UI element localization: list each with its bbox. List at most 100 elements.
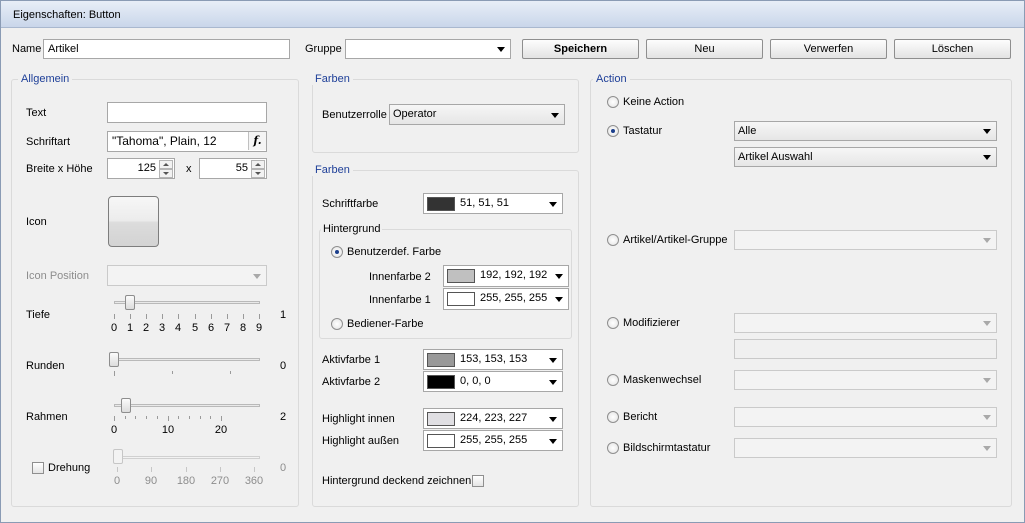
article-group-radio[interactable]	[607, 234, 619, 246]
slider-tick	[227, 314, 228, 319]
screen-keyboard-select[interactable]	[734, 438, 997, 458]
spin-up-icon[interactable]	[251, 160, 265, 169]
text-input[interactable]	[107, 102, 267, 123]
name-input[interactable]: Artikel	[43, 39, 290, 59]
highlight-outer-value: 255, 255, 255	[460, 434, 528, 446]
slider-tick	[195, 314, 196, 319]
frame-slider-thumb[interactable]	[121, 398, 131, 413]
spin-down-icon[interactable]	[251, 169, 265, 178]
slider-tick	[220, 467, 221, 472]
slider-tick	[211, 314, 212, 319]
height-value: 55	[235, 162, 248, 174]
delete-button[interactable]: Löschen	[894, 39, 1011, 59]
modifier-select[interactable]	[734, 313, 997, 333]
active2-label: Aktivfarbe 2	[322, 376, 381, 388]
inner2-label: Innenfarbe 2	[369, 271, 431, 283]
custom-color-label: Benutzerdef. Farbe	[347, 246, 442, 258]
width-spinner[interactable]: 125	[107, 158, 175, 179]
title-bar: Eigenschaften: Button	[1, 1, 1024, 28]
save-button[interactable]: Speichern	[522, 39, 639, 59]
font-color-label: Schriftfarbe	[322, 198, 379, 210]
active1-swatch	[427, 353, 455, 367]
slider-minor-tick	[200, 416, 201, 419]
modifier-input[interactable]	[734, 339, 997, 359]
icon-picker-button[interactable]	[108, 196, 159, 247]
frame-slider-track	[114, 404, 260, 407]
no-action-label: Keine Action	[623, 96, 685, 108]
slider-minor-tick	[125, 416, 126, 419]
depth-slider-track	[114, 301, 260, 304]
depth-slider-thumb[interactable]	[125, 295, 135, 310]
slider-tick	[114, 416, 115, 421]
inner1-swatch	[447, 292, 475, 306]
inner2-color-select[interactable]: 192, 192, 192	[443, 265, 569, 287]
report-label: Bericht	[623, 411, 658, 423]
slider-tick	[254, 467, 255, 472]
highlight-inner-value: 224, 223, 227	[460, 412, 528, 424]
icon-position-select[interactable]	[107, 265, 267, 286]
font-color-select[interactable]: 51, 51, 51	[423, 193, 563, 214]
highlight-outer-select[interactable]: 255, 255, 255	[423, 430, 563, 451]
rotation-slider-thumb[interactable]	[113, 449, 123, 464]
highlight-inner-select[interactable]: 224, 223, 227	[423, 408, 563, 429]
active2-color-select[interactable]: 0, 0, 0	[423, 371, 563, 392]
role-select[interactable]: Operator	[389, 104, 565, 125]
slider-tick	[114, 314, 115, 319]
size-label: Breite x Höhe	[26, 163, 93, 175]
depth-value: 1	[280, 309, 287, 321]
operator-color-label: Bediener-Farbe	[347, 318, 424, 330]
height-spinner[interactable]: 55	[199, 158, 267, 179]
frame-label: Rahmen	[26, 411, 68, 423]
font-color-swatch	[427, 197, 455, 211]
text-label: Text	[26, 107, 47, 119]
inner1-color-select[interactable]: 255, 255, 255	[443, 288, 569, 310]
active2-value: 0, 0, 0	[460, 375, 491, 387]
no-action-radio[interactable]	[607, 96, 619, 108]
modifier-radio[interactable]	[607, 317, 619, 329]
highlight-outer-swatch	[427, 434, 455, 448]
icon-label: Icon	[26, 216, 47, 228]
modifier-label: Modifizierer	[623, 317, 680, 329]
keyboard-radio[interactable]	[607, 125, 619, 137]
chevron-down-icon	[983, 415, 991, 420]
chevron-down-icon	[549, 438, 557, 444]
role-label: Benutzerrolle	[322, 109, 387, 121]
screen-keyboard-radio[interactable]	[607, 442, 619, 454]
active1-color-select[interactable]: 153, 153, 153	[423, 349, 563, 370]
chevron-down-icon	[549, 201, 557, 207]
article-group-select[interactable]	[734, 230, 997, 250]
slider-tick	[162, 314, 163, 319]
group-select[interactable]	[345, 39, 511, 59]
depth-label: Tiefe	[26, 309, 51, 321]
rounding-slider-thumb[interactable]	[109, 352, 119, 367]
keyboard-layout-select[interactable]: Artikel Auswahl	[734, 147, 997, 167]
rotation-checkbox[interactable]	[32, 462, 44, 474]
mask-change-select[interactable]	[734, 370, 997, 390]
colors-group-title: Farben	[312, 164, 353, 176]
report-radio[interactable]	[607, 411, 619, 423]
new-button[interactable]: Neu	[646, 39, 763, 59]
rounding-value: 0	[280, 360, 287, 372]
slider-tick	[130, 314, 131, 319]
report-select[interactable]	[734, 407, 997, 427]
font-field[interactable]: "Tahoma", Plain, 12	[107, 131, 267, 152]
rounding-tick	[172, 371, 173, 374]
chevron-down-icon	[549, 379, 557, 385]
article-group-label: Artikel/Artikel-Gruppe	[623, 234, 728, 246]
opaque-checkbox[interactable]	[472, 475, 484, 487]
mask-change-radio[interactable]	[607, 374, 619, 386]
custom-color-radio[interactable]	[331, 246, 343, 258]
spin-down-icon[interactable]	[159, 169, 173, 178]
slider-minor-tick	[189, 416, 190, 419]
chevron-down-icon	[549, 357, 557, 363]
rounding-label: Runden	[26, 360, 65, 372]
font-picker-button[interactable]: f.	[248, 132, 266, 150]
slider-tick	[243, 314, 244, 319]
colors-role-title: Farben	[312, 73, 353, 85]
operator-color-radio[interactable]	[331, 318, 343, 330]
spin-up-icon[interactable]	[159, 160, 173, 169]
discard-button[interactable]: Verwerfen	[770, 39, 887, 59]
keyboard-select[interactable]: Alle	[734, 121, 997, 141]
slider-tick	[178, 314, 179, 319]
highlight-inner-swatch	[427, 412, 455, 426]
